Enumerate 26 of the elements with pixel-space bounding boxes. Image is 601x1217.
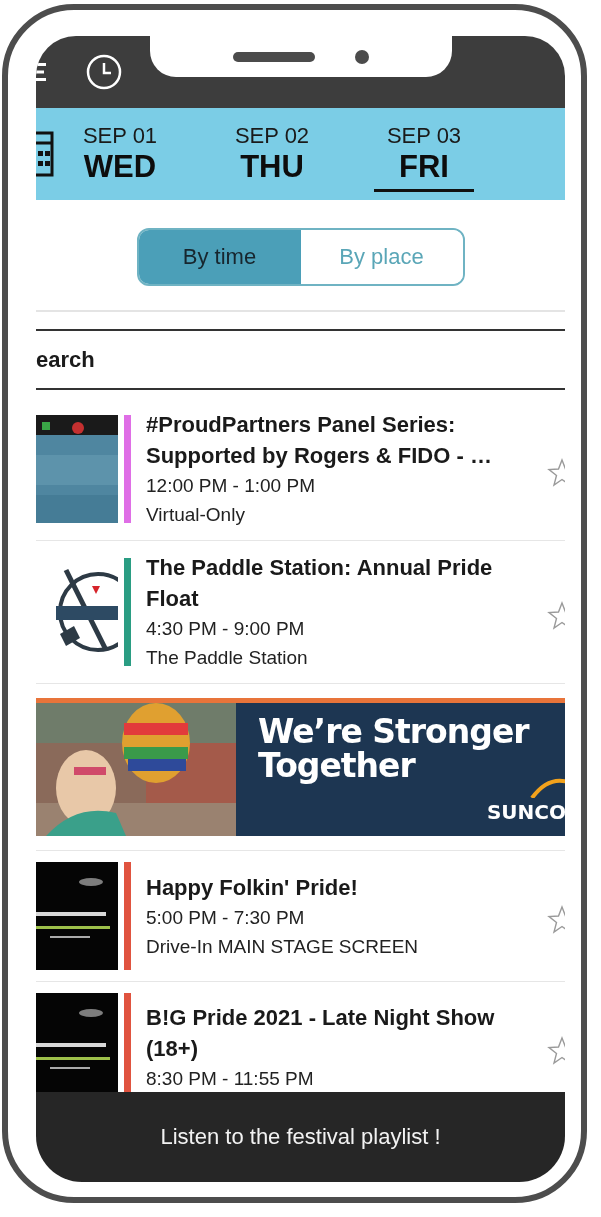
date-tab[interactable]: SEP 01 WED [44, 108, 196, 200]
calendar-icon[interactable] [36, 131, 54, 177]
event-time: 12:00 PM - 1:00 PM [146, 474, 316, 498]
event-title: Happy Folkin' Pride! [146, 873, 359, 902]
banner-headline: We’re Stronger Together [258, 715, 531, 783]
date-tab[interactable]: SEP 02 THU [196, 108, 348, 200]
view-toggle-button[interactable]: By time [138, 230, 301, 284]
search-field[interactable]: earch [36, 331, 565, 388]
event-card[interactable]: The Paddle Station: Annual Pride Float 4:30 PM - 9:00 PM The Paddle Station [36, 541, 565, 684]
menu-icon[interactable] [36, 61, 46, 83]
event-place: The Paddle Station [146, 646, 309, 670]
sun-arc-icon [528, 776, 565, 798]
event-card[interactable]: #ProudPartners Panel Series: Supported by Rogers & FIDO - … 12:00 PM - 1:00 PM Virtual-Only [36, 398, 565, 541]
event-place: Virtual-Only [146, 503, 246, 527]
event-card[interactable]: Happy Folkin' Pride! 5:00 PM - 7:30 PM Drive-In MAIN STAGE SCREEN [36, 851, 565, 982]
brand-name: SUNCO [486, 800, 565, 824]
event-time: 8:30 PM - 11:55 PM [146, 1066, 315, 1091]
event-title: B!G Pride 2021 - Late Night Show (18+) [146, 1003, 496, 1063]
event-title: #ProudPartners Panel Series: Supported by Rogers & FIDO - … [146, 411, 493, 470]
date-tab[interactable]: SEP 03 FRI [348, 108, 500, 200]
event-title: The Paddle Station: Annual Pride Float [146, 554, 494, 613]
event-time: 5:00 PM - 7:30 PM [146, 905, 306, 930]
event-time: 4:30 PM - 9:00 PM [146, 617, 306, 641]
clock-icon[interactable] [86, 54, 122, 90]
playlist-button[interactable]: Listen to the festival playlist ! [36, 1092, 565, 1182]
event-place: Drive-In MAIN STAGE SCREEN [146, 934, 420, 959]
